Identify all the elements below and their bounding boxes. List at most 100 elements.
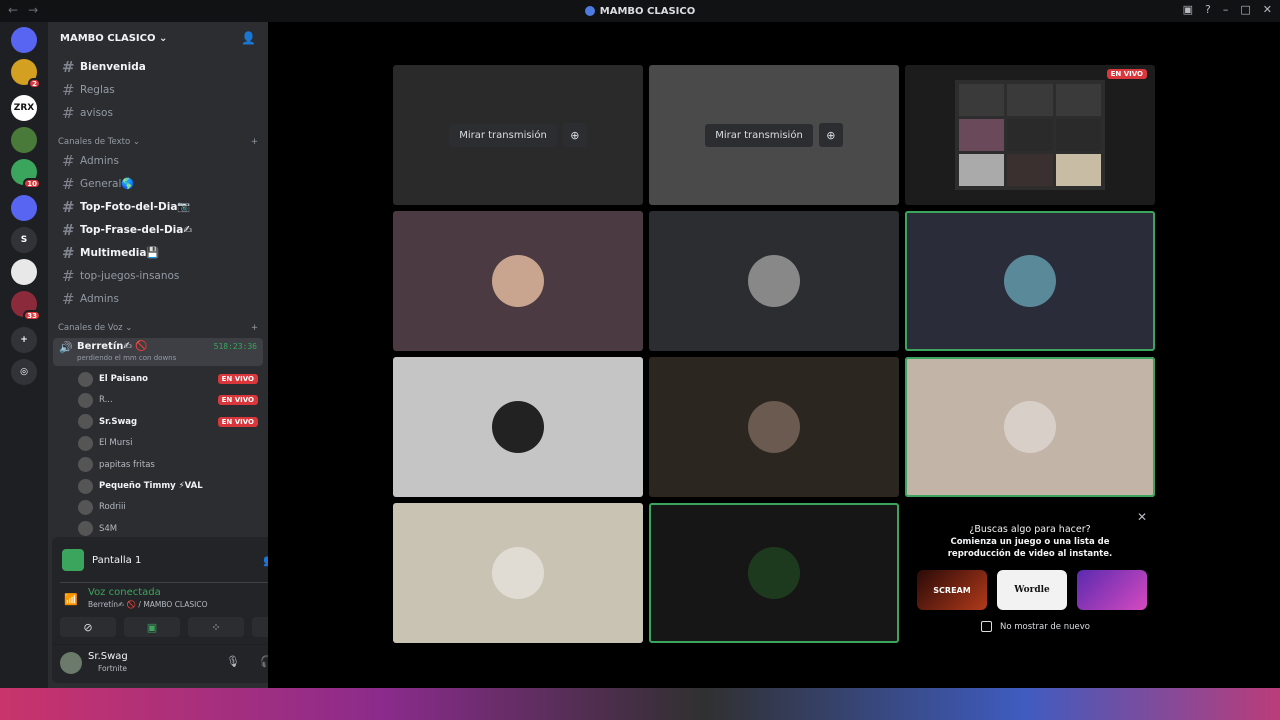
- voice-user[interactable]: R... EN VIVO: [78, 390, 258, 410]
- stream-tile-live[interactable]: EN VIVO: [905, 65, 1155, 205]
- mic-icon[interactable]: 🎙: [226, 655, 240, 668]
- minimize-icon[interactable]: –: [1223, 3, 1229, 16]
- channel-item[interactable]: # avisos: [56, 102, 262, 123]
- title-bar: ← → MAMBO CLASICO ▣ ? – □ ✕: [0, 0, 1280, 22]
- add-voice-channel-icon[interactable]: +: [251, 323, 258, 333]
- voice-channel-active[interactable]: 🔊 Berretín✍ 🚫 518:23:36 perdiendo el mm …: [53, 338, 263, 366]
- server-icon[interactable]: ZRX: [11, 95, 37, 121]
- unread-badge: 33: [23, 310, 41, 321]
- preview-icon[interactable]: ⊕: [562, 123, 587, 147]
- add-channel-icon[interactable]: +: [251, 137, 258, 147]
- camera-off-icon[interactable]: ⊘: [60, 617, 116, 637]
- voice-user[interactable]: Rodriii: [78, 497, 258, 517]
- hash-icon: #: [62, 174, 75, 193]
- server-rail: 2 ZRX 10 S 33 + ◎: [0, 22, 48, 688]
- participant-tile[interactable]: [393, 211, 643, 351]
- server-icon[interactable]: [11, 195, 37, 221]
- home-icon[interactable]: [11, 27, 37, 53]
- activity-card[interactable]: SCREAM: [917, 570, 987, 610]
- voice-user[interactable]: Sr.Swag EN VIVO: [78, 412, 258, 432]
- voice-user-name: El Mursi: [99, 438, 133, 449]
- channel-name: Reglas: [80, 83, 115, 96]
- activity-card[interactable]: [1077, 570, 1147, 610]
- voice-location[interactable]: Berretín✍ 🚫 / MAMBO CLASICO: [88, 600, 208, 609]
- watch-stream-button[interactable]: Mirar transmisión: [449, 123, 557, 147]
- server-icon[interactable]: 33: [11, 291, 41, 321]
- help-icon[interactable]: ?: [1205, 3, 1211, 16]
- voice-user[interactable]: El Mursi: [78, 433, 258, 453]
- server-icon[interactable]: +: [11, 327, 37, 353]
- avatar: [492, 255, 544, 307]
- server-icon[interactable]: [11, 259, 37, 285]
- channel-sidebar: MAMBO CLASICO ⌄ 👤 # Bienvenida # Reglas # avi…: [48, 22, 310, 688]
- voice-stage: Mirar transmisión ⊕ Mirar transmisión ⊕ …: [268, 22, 1280, 688]
- forward-arrow-icon[interactable]: →: [28, 3, 38, 17]
- participant-tile[interactable]: [393, 503, 643, 643]
- channel-item[interactable]: # Admins: [56, 150, 262, 171]
- participant-tile[interactable]: [905, 211, 1155, 351]
- participant-tile[interactable]: [649, 357, 899, 497]
- category-text-channels[interactable]: Canales de Texto ⌄ +: [58, 137, 258, 147]
- voice-user[interactable]: papitas fritas: [78, 455, 258, 475]
- server-icon[interactable]: 2: [11, 59, 41, 89]
- checkbox[interactable]: [981, 621, 992, 632]
- channel-item[interactable]: # Multimedia💾: [56, 242, 262, 263]
- channel-item[interactable]: # General🌎: [56, 173, 262, 194]
- server-icon[interactable]: S: [11, 227, 37, 253]
- participant-tile[interactable]: [905, 357, 1155, 497]
- close-icon[interactable]: ✕: [1137, 510, 1147, 524]
- back-arrow-icon[interactable]: ←: [8, 3, 18, 17]
- participant-tile[interactable]: [393, 357, 643, 497]
- voice-user-name: S4M: [99, 523, 118, 534]
- server-header[interactable]: MAMBO CLASICO ⌄ 👤: [48, 22, 268, 54]
- activities-icon[interactable]: ⁘: [188, 617, 244, 637]
- voice-status[interactable]: Voz conectada: [88, 587, 161, 598]
- activity-card[interactable]: Wordle: [997, 570, 1067, 610]
- channel-item[interactable]: # Admins: [56, 288, 262, 309]
- channel-name: Multimedia💾: [80, 247, 160, 259]
- avatar: [748, 401, 800, 453]
- voice-user[interactable]: S4M: [78, 519, 258, 539]
- chevron-down-icon: ⌄: [158, 32, 168, 44]
- close-icon[interactable]: ✕: [1263, 3, 1272, 16]
- voice-user[interactable]: El Paisano EN VIVO: [78, 369, 258, 389]
- channel-item[interactable]: # Bienvenida: [56, 56, 262, 77]
- inbox-icon[interactable]: ▣: [1183, 3, 1193, 16]
- user-activity: Fortnite: [98, 664, 128, 673]
- server-icon[interactable]: 10: [11, 159, 41, 189]
- server-icon[interactable]: [11, 127, 37, 153]
- live-badge: EN VIVO: [217, 395, 258, 406]
- preview-icon[interactable]: ⊕: [818, 123, 843, 147]
- participant-tile[interactable]: [649, 211, 899, 351]
- maximize-icon[interactable]: □: [1240, 3, 1250, 16]
- channel-name: Admins: [80, 292, 119, 305]
- avatar: [1004, 255, 1056, 307]
- watch-stream-controls: Mirar transmisión ⊕: [449, 123, 587, 147]
- voice-user[interactable]: Pequeño Timmy ⚡VAL: [78, 476, 258, 496]
- stream-tile[interactable]: Mirar transmisión ⊕: [649, 65, 899, 205]
- signal-icon[interactable]: 📶: [64, 593, 78, 606]
- channel-item[interactable]: # top-juegos-insanos: [56, 265, 262, 286]
- hash-icon: #: [62, 220, 75, 239]
- add-member-icon[interactable]: 👤: [241, 31, 256, 45]
- channel-item[interactable]: # Top-Frase-del-Dia✍: [56, 219, 262, 240]
- activity-promo: ✕ ¿Buscas algo para hacer? Comienza un j…: [905, 506, 1155, 646]
- hash-icon: #: [62, 266, 75, 285]
- voice-user-name: El Paisano: [99, 374, 149, 384]
- user-name[interactable]: Sr.Swag: [88, 651, 128, 662]
- voice-channel-status: perdiendo el mm con downs: [77, 354, 177, 362]
- channel-item[interactable]: # Reglas: [56, 79, 262, 100]
- watch-stream-button[interactable]: Mirar transmisión: [705, 123, 813, 147]
- category-voice-channels[interactable]: Canales de Voz ⌄ +: [58, 323, 258, 333]
- hash-icon: #: [62, 197, 75, 216]
- promo-title: ¿Buscas algo para hacer?: [969, 524, 1091, 535]
- voice-user-name: papitas fritas: [99, 459, 155, 470]
- server-icon[interactable]: ◎: [11, 359, 37, 385]
- avatar[interactable]: [60, 652, 82, 674]
- voice-user-name: Pequeño Timmy ⚡VAL: [99, 481, 203, 491]
- screen-share-toggle-icon[interactable]: ▣: [124, 617, 180, 637]
- channel-item[interactable]: # Top-Foto-del-Dia📷: [56, 196, 262, 217]
- dont-show-row[interactable]: No mostrar de nuevo: [981, 621, 1090, 632]
- participant-tile[interactable]: [649, 503, 899, 643]
- stream-tile[interactable]: Mirar transmisión ⊕: [393, 65, 643, 205]
